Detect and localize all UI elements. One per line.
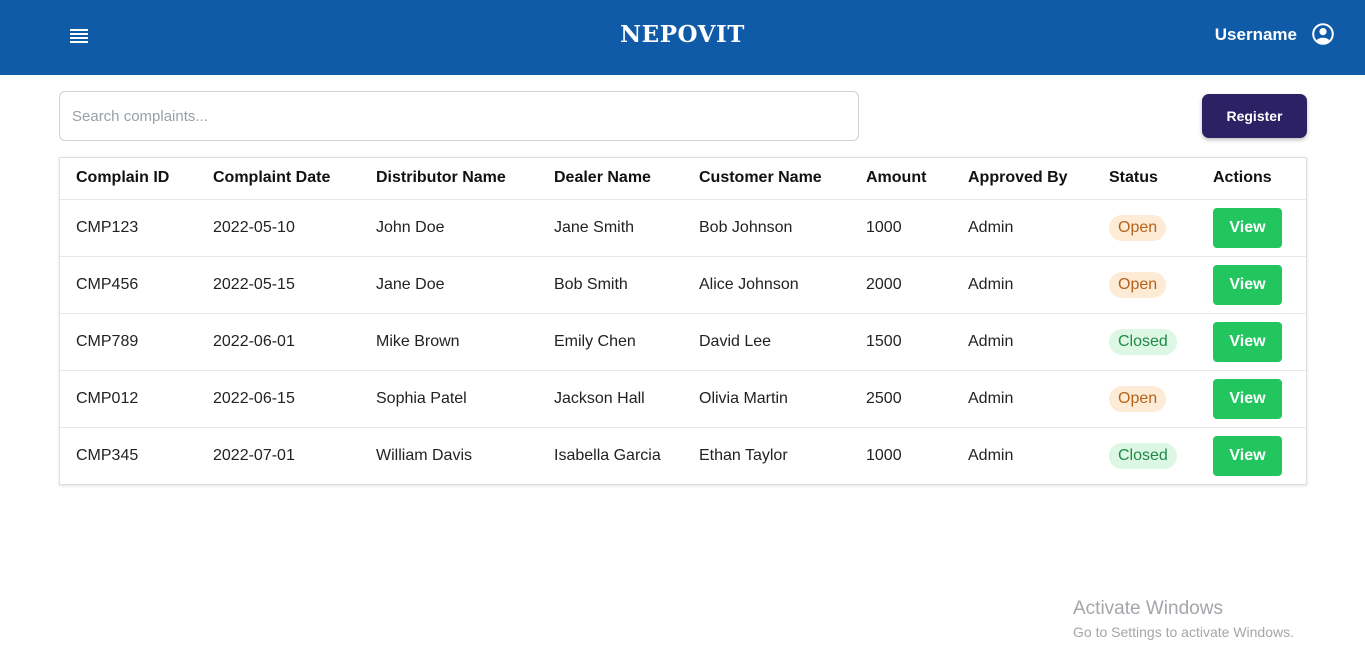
complaints-table-container: Complain ID Complaint Date Distributor N…: [59, 157, 1307, 485]
table-header-row: Complain ID Complaint Date Distributor N…: [60, 158, 1306, 199]
column-header: Approved By: [968, 169, 1068, 187]
complain-id-cell: CMP123: [60, 198, 197, 256]
watermark-title: Activate Windows: [1073, 598, 1223, 619]
register-button[interactable]: Register: [1202, 94, 1307, 138]
column-header: Complain ID: [76, 169, 170, 187]
table-row: CMP789 2022-06-01 Mike Brown Emily Chen …: [60, 312, 1306, 370]
status-badge: Open: [1109, 271, 1167, 298]
view-button[interactable]: View: [1213, 435, 1282, 476]
user-circle-icon[interactable]: [1312, 23, 1334, 45]
brand-logo-container: NEPOVIT: [0, 21, 1365, 48]
dealer-name-cell: Emily Chen: [538, 312, 683, 370]
username-label[interactable]: Username: [1215, 25, 1297, 45]
complaints-table: Complain ID Complaint Date Distributor N…: [60, 158, 1306, 484]
view-button[interactable]: View: [1213, 321, 1282, 362]
table-row: CMP012 2022-06-15 Sophia Patel Jackson H…: [60, 369, 1306, 427]
view-button[interactable]: View: [1213, 264, 1282, 305]
approved-by-cell: Admin: [952, 369, 1093, 427]
actions-cell: View: [1197, 369, 1306, 427]
column-header: Complaint Date: [213, 169, 331, 187]
hamburger-menu-icon[interactable]: [69, 27, 91, 45]
amount-cell: 1000: [850, 198, 952, 256]
distributor-name-cell: Jane Doe: [360, 255, 538, 313]
brand-logo[interactable]: NEPOVIT: [620, 21, 745, 48]
status-badge: Open: [1109, 385, 1167, 412]
status-badge: Closed: [1109, 442, 1177, 469]
search-input[interactable]: [59, 91, 859, 141]
distributor-name-cell: Sophia Patel: [360, 369, 538, 427]
column-header: Amount: [866, 169, 927, 187]
distributor-name-cell: Mike Brown: [360, 312, 538, 370]
actions-cell: View: [1197, 198, 1306, 256]
complaint-date-cell: 2022-05-10: [197, 198, 360, 256]
customer-name-cell: Ethan Taylor: [683, 426, 850, 484]
actions-cell: View: [1197, 312, 1306, 370]
status-badge: Closed: [1109, 328, 1177, 355]
table-row: CMP345 2022-07-01 William Davis Isabella…: [60, 426, 1306, 484]
complain-id-cell: CMP012: [60, 369, 197, 427]
view-button[interactable]: View: [1213, 378, 1282, 419]
dealer-name-cell: Bob Smith: [538, 255, 683, 313]
view-button[interactable]: View: [1213, 207, 1282, 248]
complaint-date-cell: 2022-07-01: [197, 426, 360, 484]
complain-id-cell: CMP456: [60, 255, 197, 313]
amount-cell: 2500: [850, 369, 952, 427]
activate-windows-watermark: Activate Windows Go to Settings to activ…: [1073, 598, 1294, 640]
column-header: Status: [1109, 169, 1158, 187]
status-cell: Closed: [1093, 312, 1197, 370]
approved-by-cell: Admin: [952, 312, 1093, 370]
table-row: CMP123 2022-05-10 John Doe Jane Smith Bo…: [60, 198, 1306, 256]
status-cell: Closed: [1093, 426, 1197, 484]
customer-name-cell: Olivia Martin: [683, 369, 850, 427]
distributor-name-cell: John Doe: [360, 198, 538, 256]
column-header: Customer Name: [699, 169, 822, 187]
complaint-date-cell: 2022-05-15: [197, 255, 360, 313]
column-header: Dealer Name: [554, 169, 651, 187]
approved-by-cell: Admin: [952, 198, 1093, 256]
status-cell: Open: [1093, 255, 1197, 313]
dealer-name-cell: Jane Smith: [538, 198, 683, 256]
column-header: Actions: [1213, 169, 1272, 187]
approved-by-cell: Admin: [952, 255, 1093, 313]
complaint-date-cell: 2022-06-01: [197, 312, 360, 370]
dealer-name-cell: Isabella Garcia: [538, 426, 683, 484]
status-cell: Open: [1093, 198, 1197, 256]
amount-cell: 2000: [850, 255, 952, 313]
distributor-name-cell: William Davis: [360, 426, 538, 484]
status-badge: Open: [1109, 214, 1167, 241]
actions-cell: View: [1197, 426, 1306, 484]
complaint-date-cell: 2022-06-15: [197, 369, 360, 427]
actions-cell: View: [1197, 255, 1306, 313]
customer-name-cell: Alice Johnson: [683, 255, 850, 313]
dealer-name-cell: Jackson Hall: [538, 369, 683, 427]
customer-name-cell: David Lee: [683, 312, 850, 370]
amount-cell: 1000: [850, 426, 952, 484]
top-navbar: NEPOVIT Username: [0, 0, 1365, 75]
watermark-subtitle: Go to Settings to activate Windows.: [1073, 624, 1294, 640]
column-header: Distributor Name: [376, 169, 506, 187]
table-row: CMP456 2022-05-15 Jane Doe Bob Smith Ali…: [60, 255, 1306, 313]
complain-id-cell: CMP789: [60, 312, 197, 370]
status-cell: Open: [1093, 369, 1197, 427]
customer-name-cell: Bob Johnson: [683, 198, 850, 256]
approved-by-cell: Admin: [952, 426, 1093, 484]
amount-cell: 1500: [850, 312, 952, 370]
complain-id-cell: CMP345: [60, 426, 197, 484]
